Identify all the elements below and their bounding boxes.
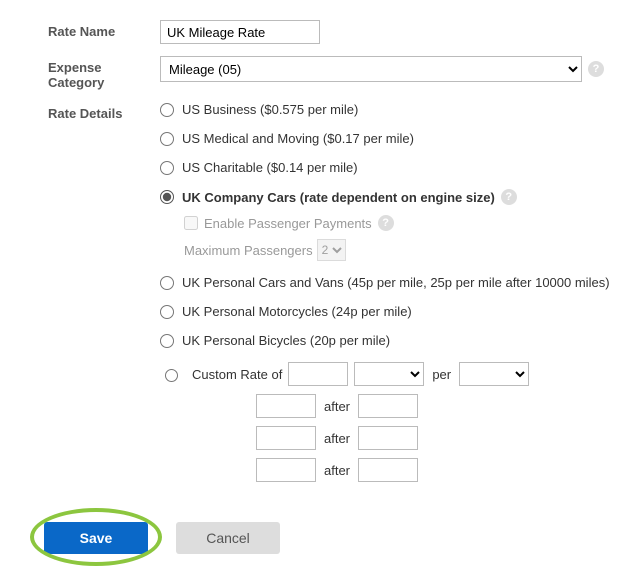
- enable-passenger-label: Enable Passenger Payments: [204, 216, 372, 231]
- per-label: per: [430, 367, 453, 382]
- radio-custom-rate[interactable]: [165, 369, 178, 382]
- save-button[interactable]: Save: [44, 522, 148, 554]
- radio-us-charitable[interactable]: [160, 161, 174, 175]
- radio-uk-motorcycles-label: UK Personal Motorcycles (24p per mile): [182, 304, 412, 319]
- radio-uk-personal-cars[interactable]: [160, 276, 174, 290]
- max-passengers-label: Maximum Passengers: [184, 243, 313, 258]
- radio-us-medical[interactable]: [160, 132, 174, 146]
- radio-us-medical-label: US Medical and Moving ($0.17 per mile): [182, 131, 414, 146]
- radio-uk-motorcycles[interactable]: [160, 305, 174, 319]
- radio-us-charitable-label: US Charitable ($0.14 per mile): [182, 160, 358, 175]
- after-label: after: [324, 431, 350, 446]
- help-icon[interactable]: ?: [501, 189, 517, 205]
- custom-tier1-rate-input[interactable]: [256, 394, 316, 418]
- custom-rate-unit-select[interactable]: [459, 362, 529, 386]
- help-icon[interactable]: ?: [378, 215, 394, 231]
- radio-uk-personal-cars-label: UK Personal Cars and Vans (45p per mile,…: [182, 275, 610, 290]
- radio-uk-bicycles-label: UK Personal Bicycles (20p per mile): [182, 333, 390, 348]
- uk-company-sub-options: Enable Passenger Payments ? Maximum Pass…: [184, 215, 620, 261]
- rate-name-input[interactable]: [160, 20, 320, 44]
- custom-tier2-rate-input[interactable]: [256, 426, 316, 450]
- custom-rate-currency-select[interactable]: [354, 362, 424, 386]
- expense-category-label: Expense Category: [0, 56, 160, 90]
- custom-tier3-after-input[interactable]: [358, 458, 418, 482]
- cancel-button[interactable]: Cancel: [176, 522, 280, 554]
- after-label: after: [324, 399, 350, 414]
- radio-us-business-label: US Business ($0.575 per mile): [182, 102, 358, 117]
- custom-tier1-after-input[interactable]: [358, 394, 418, 418]
- custom-rate-amount-input[interactable]: [288, 362, 348, 386]
- expense-category-select[interactable]: Mileage (05): [160, 56, 582, 82]
- radio-uk-company-cars[interactable]: [160, 190, 174, 204]
- radio-uk-bicycles[interactable]: [160, 334, 174, 348]
- rate-name-label: Rate Name: [0, 20, 160, 39]
- custom-tier2-after-input[interactable]: [358, 426, 418, 450]
- radio-custom-rate-label: Custom Rate of: [192, 367, 282, 382]
- enable-passenger-checkbox[interactable]: [184, 216, 198, 230]
- rate-details-label: Rate Details: [0, 102, 160, 121]
- custom-tier3-rate-input[interactable]: [256, 458, 316, 482]
- help-icon[interactable]: ?: [588, 61, 604, 77]
- after-label: after: [324, 463, 350, 478]
- radio-us-business[interactable]: [160, 103, 174, 117]
- max-passengers-select[interactable]: 2: [317, 239, 346, 261]
- radio-uk-company-label: UK Company Cars (rate dependent on engin…: [182, 190, 495, 205]
